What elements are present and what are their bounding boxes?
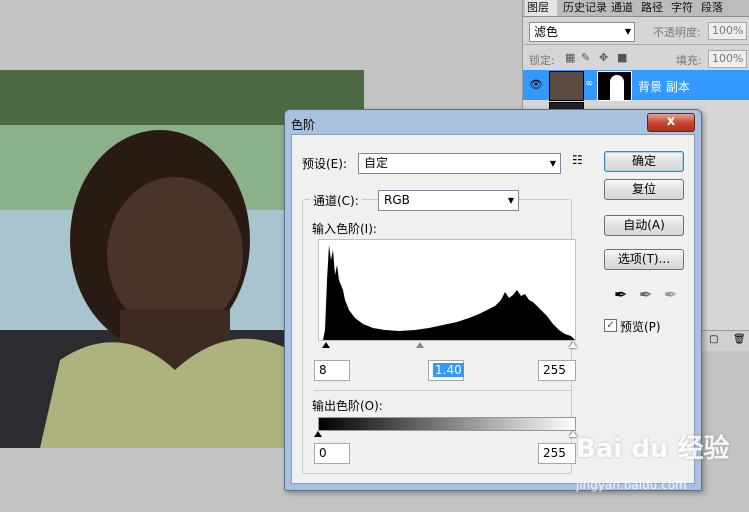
opacity-input[interactable]: 100% [708, 22, 747, 40]
channel-label: 通道(C): [310, 192, 362, 211]
black-eyedropper-icon[interactable]: ✒ [614, 285, 627, 304]
tab-layers[interactable]: 图层 [525, 0, 557, 16]
tab-channels[interactable]: 通道 [609, 0, 641, 16]
chevron-down-icon: ▼ [549, 159, 556, 168]
watermark-url: jingyan.baidu.com [576, 478, 687, 492]
input-black-field[interactable]: 8 [314, 360, 350, 381]
lock-transparent-icon[interactable]: ▦ [565, 51, 575, 64]
blend-mode-select[interactable]: 滤色 ▼ [529, 22, 635, 42]
panel-tabs: 图层 历史记录 通道 路径 字符 段落 [523, 0, 749, 17]
blend-mode-value: 滤色 [534, 25, 559, 39]
fill-label: 填充: [676, 54, 702, 67]
close-button[interactable]: x [647, 113, 695, 132]
preset-select[interactable]: 自定 ▼ [358, 153, 561, 174]
eye-icon[interactable]: 👁 [529, 78, 543, 91]
chevron-down-icon: ▼ [507, 196, 514, 205]
preview-checkbox[interactable]: ✓ [604, 319, 617, 332]
gray-eyedropper-icon[interactable]: ✒ [639, 285, 652, 304]
input-black-slider[interactable] [322, 342, 330, 348]
dialog-title: 色阶 [291, 118, 316, 132]
channel-select[interactable]: RGB ▼ [378, 190, 519, 211]
layer-name: 背景 副本 [638, 80, 690, 94]
input-levels-label: 输入色阶(I): [312, 222, 377, 236]
output-levels-label: 输出色阶(O): [312, 399, 383, 413]
tab-character[interactable]: 字符 [669, 0, 701, 16]
layer-row-selected[interactable]: 👁 ∞ 背景 副本 [523, 70, 749, 101]
divider [314, 390, 572, 391]
input-gamma-field[interactable]: 1.40 [428, 360, 464, 381]
channel-value: RGB [384, 193, 410, 207]
white-eyedropper-icon[interactable]: ✒ [664, 285, 677, 304]
lock-all-icon[interactable]: ■ [617, 51, 627, 64]
input-white-slider[interactable] [569, 342, 577, 348]
trash-icon[interactable]: 🗑 [733, 334, 746, 345]
tab-history[interactable]: 历史记录 [561, 0, 609, 16]
histogram-graph [319, 245, 575, 340]
output-gradient-bar [318, 417, 576, 431]
divider [523, 44, 749, 45]
opacity-label: 不透明度: [653, 26, 701, 39]
auto-button[interactable]: 自动(A) [604, 215, 684, 236]
input-gamma-slider[interactable] [416, 342, 424, 348]
preset-label: 预设(E): [302, 157, 347, 171]
fill-input[interactable]: 100% [708, 50, 747, 68]
histogram [318, 239, 576, 341]
output-white-field[interactable]: 255 [538, 443, 576, 464]
options-button[interactable]: 选项(T)... [604, 249, 684, 270]
lock-position-icon[interactable]: ✥ [599, 51, 608, 64]
ok-button[interactable]: 确定 [604, 151, 684, 172]
new-layer-icon[interactable]: ▢ [709, 334, 718, 345]
tab-paths[interactable]: 路径 [639, 0, 671, 16]
layer-mask-thumbnail [597, 71, 632, 101]
lock-label: 锁定: [529, 54, 555, 67]
preview-label: 预览(P) [620, 320, 661, 334]
preset-options-icon[interactable]: ☷ [572, 153, 583, 167]
lock-pixels-icon[interactable]: ✎ [581, 51, 590, 64]
chevron-down-icon: ▼ [624, 27, 631, 36]
baidu-watermark-logo: Bai du 经验 [576, 434, 730, 464]
input-gamma-value: 1.40 [433, 363, 464, 377]
preset-value: 自定 [364, 156, 389, 170]
reset-button[interactable]: 复位 [604, 179, 684, 200]
tab-paragraph[interactable]: 段落 [699, 0, 733, 16]
link-icon: ∞ [585, 78, 594, 89]
input-white-field[interactable]: 255 [538, 360, 576, 381]
output-black-field[interactable]: 0 [314, 443, 350, 464]
output-black-slider[interactable] [314, 431, 322, 437]
layer-thumbnail [549, 71, 584, 101]
